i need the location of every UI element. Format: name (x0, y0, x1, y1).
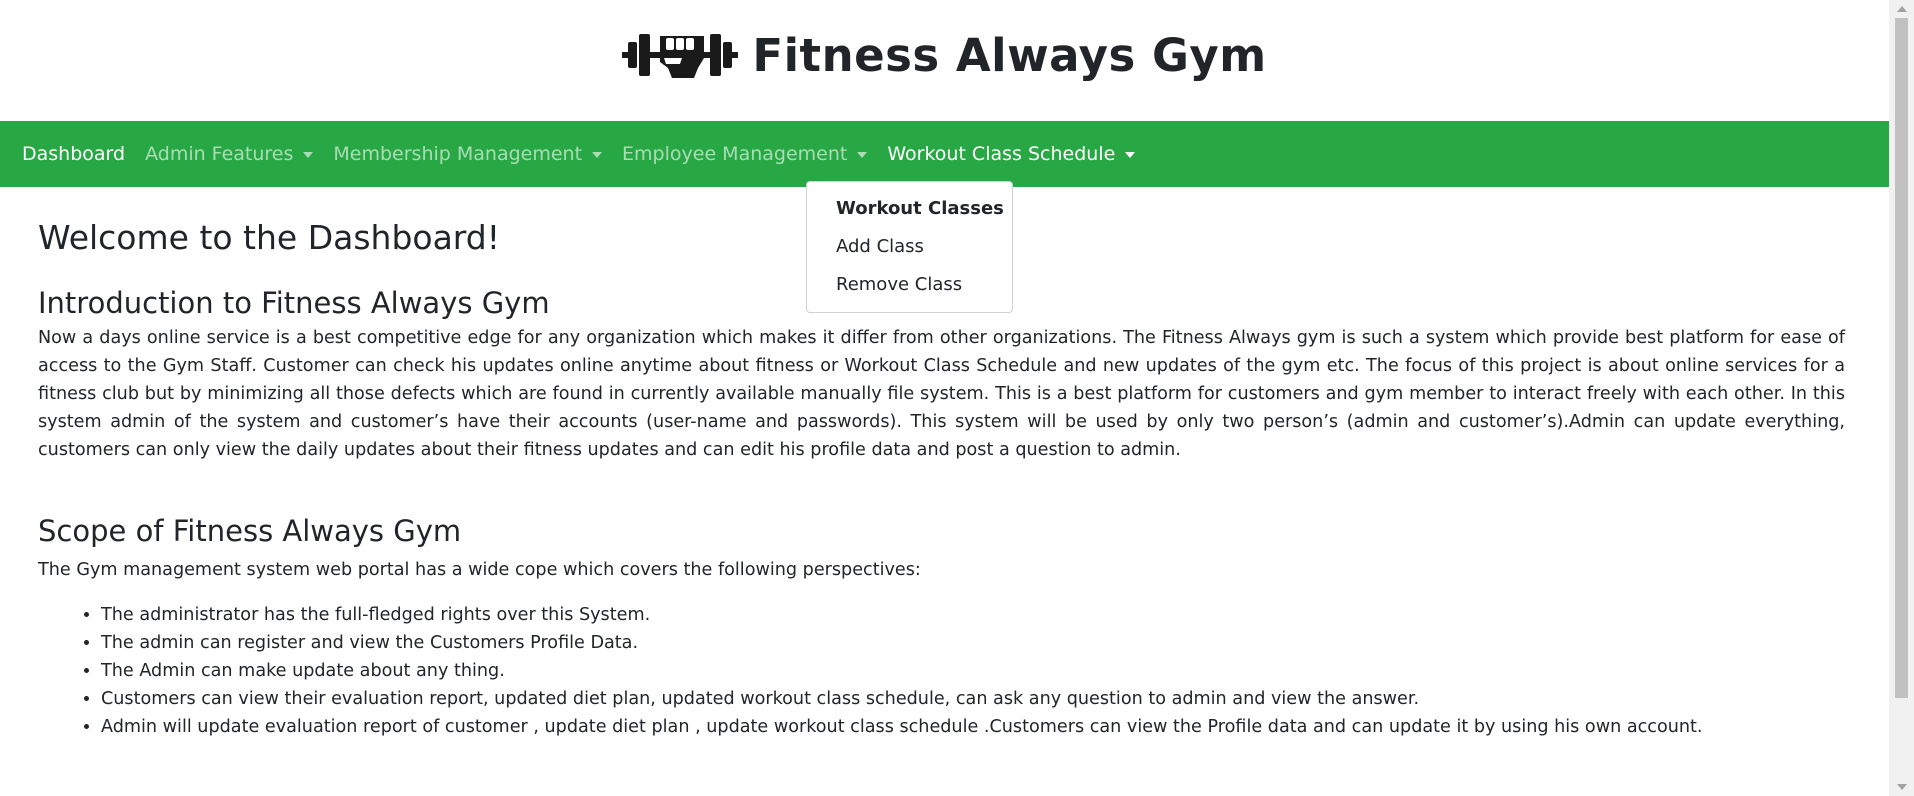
brand-title: Fitness Always Gym (752, 29, 1267, 82)
caret-down-icon (303, 152, 314, 158)
caret-down-icon (857, 152, 868, 158)
nav-admin-features-label: Admin Features (145, 143, 294, 165)
dropdown-item-workout-classes[interactable]: Workout Classes (807, 190, 1012, 228)
page: Fitness Always Gym Dashboard Admin Featu… (0, 0, 1914, 796)
nav-admin-features[interactable]: Admin Features (145, 143, 314, 165)
list-item: Customers can view their evaluation repo… (101, 685, 1845, 713)
list-item: The administrator has the full-fledged r… (101, 601, 1845, 629)
nav-employee-management-label: Employee Management (622, 143, 848, 165)
caret-down-icon (592, 152, 603, 158)
dropdown-item-add-class[interactable]: Add Class (807, 228, 1012, 266)
vertical-scrollbar[interactable] (1889, 0, 1914, 796)
scope-heading: Scope of Fitness Always Gym (38, 514, 462, 548)
scroll-up-icon[interactable] (1897, 6, 1907, 12)
nav-membership-management[interactable]: Membership Management (333, 143, 603, 165)
scroll-down-icon[interactable] (1897, 784, 1907, 790)
caret-down-icon (1125, 152, 1136, 158)
nav-workout-class-schedule[interactable]: Workout Class Schedule (887, 143, 1136, 165)
list-item: Admin will update evaluation report of c… (101, 713, 1845, 741)
workout-class-dropdown-menu: Workout Classes Add Class Remove Class (806, 181, 1013, 313)
brand-header: Fitness Always Gym (0, 0, 1889, 121)
nav-membership-management-label: Membership Management (333, 143, 583, 165)
scope-intro: The Gym management system web portal has… (38, 560, 921, 580)
scope-list: The administrator has the full-fledged r… (38, 601, 1845, 741)
dumbbell-fist-icon (622, 28, 739, 84)
nav-dashboard[interactable]: Dashboard (22, 143, 125, 165)
nav-dashboard-label: Dashboard (22, 143, 126, 165)
dropdown-item-remove-class[interactable]: Remove Class (807, 266, 1012, 304)
navbar: Dashboard Admin Features Membership Mana… (0, 121, 1889, 187)
intro-paragraph: Now a days online service is a best comp… (38, 328, 1845, 460)
scrollbar-thumb[interactable] (1895, 18, 1908, 698)
nav-employee-management[interactable]: Employee Management (622, 143, 868, 165)
brand[interactable]: Fitness Always Gym (622, 28, 1266, 84)
nav-workout-class-schedule-label: Workout Class Schedule (887, 143, 1116, 165)
list-item: The Admin can make update about any thin… (101, 657, 1845, 685)
list-item: The admin can register and view the Cust… (101, 629, 1845, 657)
